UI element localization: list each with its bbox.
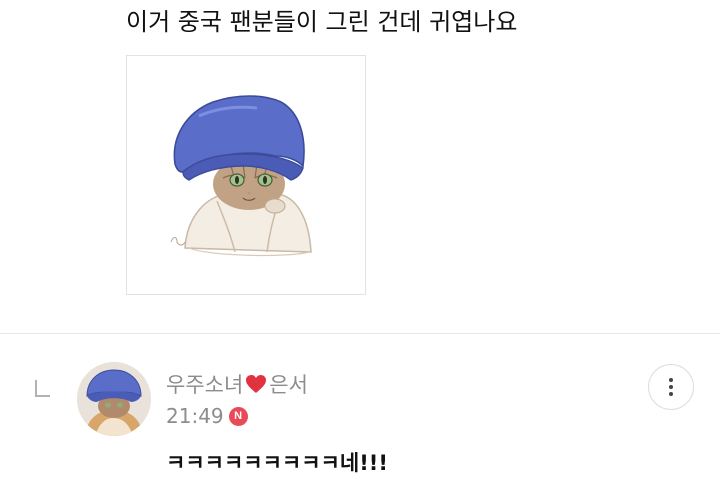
more-dot	[669, 392, 673, 396]
reply-arrow-icon	[35, 380, 50, 397]
comment-timestamp: 21:49	[166, 404, 224, 428]
comment-author[interactable]: 우주소녀 은서	[166, 368, 308, 400]
comment-meta: 21:49 N	[166, 402, 248, 430]
post-image[interactable]	[126, 55, 366, 295]
more-vertical-icon	[669, 378, 673, 382]
author-name[interactable]: 우주소녀	[166, 369, 243, 399]
author-name-suffix[interactable]: 은서	[269, 369, 308, 399]
avatar-image	[77, 362, 151, 436]
post-title: 이거 중국 팬분들이 그린 건데 귀엽나요	[126, 8, 518, 36]
comment-text: ㅋㅋㅋㅋㅋㅋㅋㅋㅋ네!!!	[166, 451, 388, 475]
new-badge: N	[228, 406, 248, 426]
heart-icon	[246, 375, 267, 393]
more-options-button[interactable]	[648, 364, 694, 410]
divider	[0, 333, 720, 334]
cat-illustration	[170, 95, 312, 257]
avatar[interactable]	[77, 362, 151, 436]
more-dot	[669, 385, 673, 389]
